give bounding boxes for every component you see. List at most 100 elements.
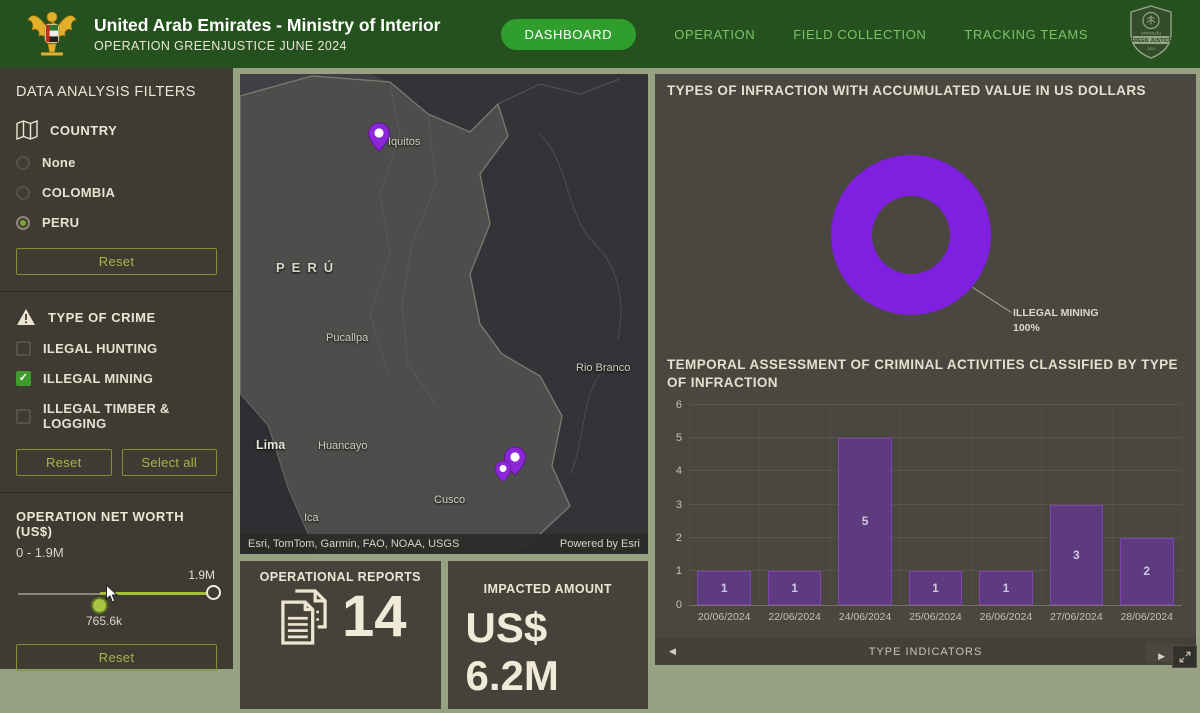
- x-tick: 28/06/2024: [1112, 611, 1182, 623]
- nav-tracking-teams[interactable]: TRACKING TEAMS: [964, 27, 1088, 42]
- gridline-h: [689, 504, 1182, 505]
- map-label-huancayo: Huancayo: [318, 440, 368, 452]
- bar-value-label: 1: [1003, 581, 1010, 595]
- country-reset-button[interactable]: Reset: [16, 248, 217, 275]
- y-tick: 2: [676, 532, 682, 544]
- nav-field-collection[interactable]: FIELD COLLECTION: [793, 27, 926, 42]
- crime-reset-button[interactable]: Reset: [16, 449, 112, 476]
- net-worth-reset-button[interactable]: Reset: [16, 644, 217, 671]
- reports-label: OPERATIONAL REPORTS: [254, 570, 427, 584]
- gridline-v: [1112, 405, 1113, 605]
- nav-dashboard[interactable]: DASHBOARD: [501, 19, 637, 50]
- filters-sidebar: DATA ANALYSIS FILTERS COUNTRY NoneCOLOMB…: [0, 68, 233, 669]
- bar-27-06-2024[interactable]: 3: [1050, 505, 1104, 605]
- header: United Arab Emirates - Ministry of Inter…: [0, 0, 1200, 68]
- y-tick: 1: [676, 565, 682, 577]
- page-title: United Arab Emirates - Ministry of Inter…: [94, 15, 441, 36]
- x-tick: 22/06/2024: [759, 611, 829, 623]
- bar-plot: 1151132: [689, 405, 1182, 606]
- bar-22-06-2024[interactable]: 1: [768, 571, 822, 604]
- y-tick: 3: [676, 499, 682, 511]
- gridline-v: [1041, 405, 1042, 605]
- country-option-none[interactable]: None: [16, 155, 217, 170]
- donut-callout: ILLEGAL MINING 100%: [1013, 306, 1099, 335]
- country-option-peru[interactable]: PERU: [16, 215, 217, 230]
- crime-options: ILEGAL HUNTING ✓ILLEGAL MINING ILLEGAL TIM…: [16, 341, 217, 431]
- slider-current-label: 765.6k: [86, 614, 122, 628]
- warning-icon: [16, 308, 36, 326]
- option-label: PERU: [42, 215, 79, 230]
- documents-icon: [274, 586, 334, 648]
- impacted-amount-card: IMPACTED AMOUNT US$ 6.2M: [448, 561, 649, 709]
- mouse-cursor: [105, 584, 119, 609]
- crime-option-illegal-timber-logging[interactable]: ILLEGAL TIMBER & LOGGING: [16, 401, 217, 431]
- gridline-v: [759, 405, 760, 605]
- logo-text-bottom: · 2024 ·: [1145, 47, 1157, 51]
- uae-emblem-icon: [26, 6, 78, 62]
- map-label-rio-branco: Rio Branco: [576, 362, 630, 374]
- donut-ring[interactable]: [831, 155, 991, 315]
- bar-xlabels: 20/06/202422/06/202424/06/202425/06/2024…: [689, 611, 1182, 623]
- main-nav: DASHBOARD OPERATION FIELD COLLECTION TRACKI…: [501, 19, 1089, 50]
- donut-chart: ILLEGAL MINING 100%: [667, 100, 1184, 356]
- map-pin[interactable]: [367, 122, 391, 152]
- gridline-v: [830, 405, 831, 605]
- checkbox-icon: ✓: [16, 371, 31, 386]
- map-canvas[interactable]: PERÚIquitosPucallpaRio BrancoLimaHuancay…: [240, 74, 648, 554]
- bar-chart: 0123456 1151132: [667, 405, 1184, 606]
- checkbox-icon: [16, 341, 31, 356]
- radio-icon: [16, 156, 30, 170]
- net-worth-slider[interactable]: 1.9M 765.6k: [16, 566, 217, 626]
- gridline-h: [689, 404, 1182, 405]
- map-label-lima: Lima: [256, 438, 285, 452]
- expand-icon[interactable]: [1172, 645, 1197, 668]
- bar-value-label: 2: [1143, 564, 1150, 578]
- map-label-cusco: Cusco: [434, 494, 465, 506]
- y-tick: 0: [676, 599, 682, 611]
- sidebar-title: DATA ANALYSIS FILTERS: [0, 68, 233, 104]
- crime-option-illegal-mining[interactable]: ✓ILLEGAL MINING: [16, 371, 217, 386]
- main-content: DATA ANALYSIS FILTERS COUNTRY NoneCOLOMB…: [0, 68, 1200, 669]
- gridline-h: [689, 537, 1182, 538]
- nav-operation[interactable]: OPERATION: [674, 27, 755, 42]
- x-tick: 27/06/2024: [1041, 611, 1111, 623]
- crime-select-all-button[interactable]: Select all: [122, 449, 218, 476]
- charts-panel: TYPES OF INFRACTION WITH ACCUMULATED VAL…: [655, 74, 1196, 665]
- slider-handle-high[interactable]: [206, 585, 221, 600]
- bar-25-06-2024[interactable]: 1: [909, 571, 963, 604]
- bar-26-06-2024[interactable]: 1: [979, 571, 1033, 604]
- donut-chart-title: TYPES OF INFRACTION WITH ACCUMULATED VAL…: [667, 82, 1184, 100]
- strip-prev-arrow-icon[interactable]: ◀: [669, 646, 677, 657]
- gridline-v: [971, 405, 972, 605]
- impacted-value: US$ 6.2M: [462, 604, 635, 700]
- bar-20-06-2024[interactable]: 1: [697, 571, 751, 604]
- country-option-colombia[interactable]: COLOMBIA: [16, 185, 217, 200]
- gridline-h: [689, 470, 1182, 471]
- donut-slice-label: ILLEGAL MINING: [1013, 306, 1099, 321]
- bar-24-06-2024[interactable]: 5: [838, 438, 892, 605]
- gridline-h: [689, 437, 1182, 438]
- map-icon: [16, 120, 38, 140]
- brand: United Arab Emirates - Ministry of Inter…: [26, 6, 441, 62]
- option-label: None: [42, 155, 76, 170]
- option-label: ILEGAL HUNTING: [43, 341, 157, 356]
- slider-track[interactable]: [18, 593, 102, 595]
- crime-filter-section: TYPE OF CRIME ILEGAL HUNTING ✓ILLEGAL MIN…: [0, 292, 233, 493]
- map-powered-by: Powered by Esri: [560, 538, 640, 550]
- crime-option-ilegal-hunting[interactable]: ILEGAL HUNTING: [16, 341, 217, 356]
- reports-value: 14: [342, 588, 407, 646]
- map-pin[interactable]: [494, 460, 512, 483]
- crime-section-label: TYPE OF CRIME: [48, 310, 156, 325]
- logo-text-main: GREEN JUSTICE: [1130, 38, 1172, 44]
- gridline-v: [900, 405, 901, 605]
- map-attribution-bar: Esri, TomTom, Garmin, FAO, NOAA, USGS Po…: [240, 534, 648, 554]
- country-filter-section: COUNTRY NoneCOLOMBIAPERU Reset: [0, 104, 233, 292]
- gridline-v: [689, 405, 690, 605]
- crime-buttons: Reset Select all: [16, 449, 217, 476]
- bar-value-label: 3: [1073, 548, 1080, 562]
- bar-28-06-2024[interactable]: 2: [1120, 538, 1174, 605]
- header-titles: United Arab Emirates - Ministry of Inter…: [94, 15, 441, 53]
- bar-value-label: 1: [791, 581, 798, 595]
- operational-reports-card: OPERATIONAL REPORTS 14: [240, 561, 441, 709]
- y-tick: 5: [676, 432, 682, 444]
